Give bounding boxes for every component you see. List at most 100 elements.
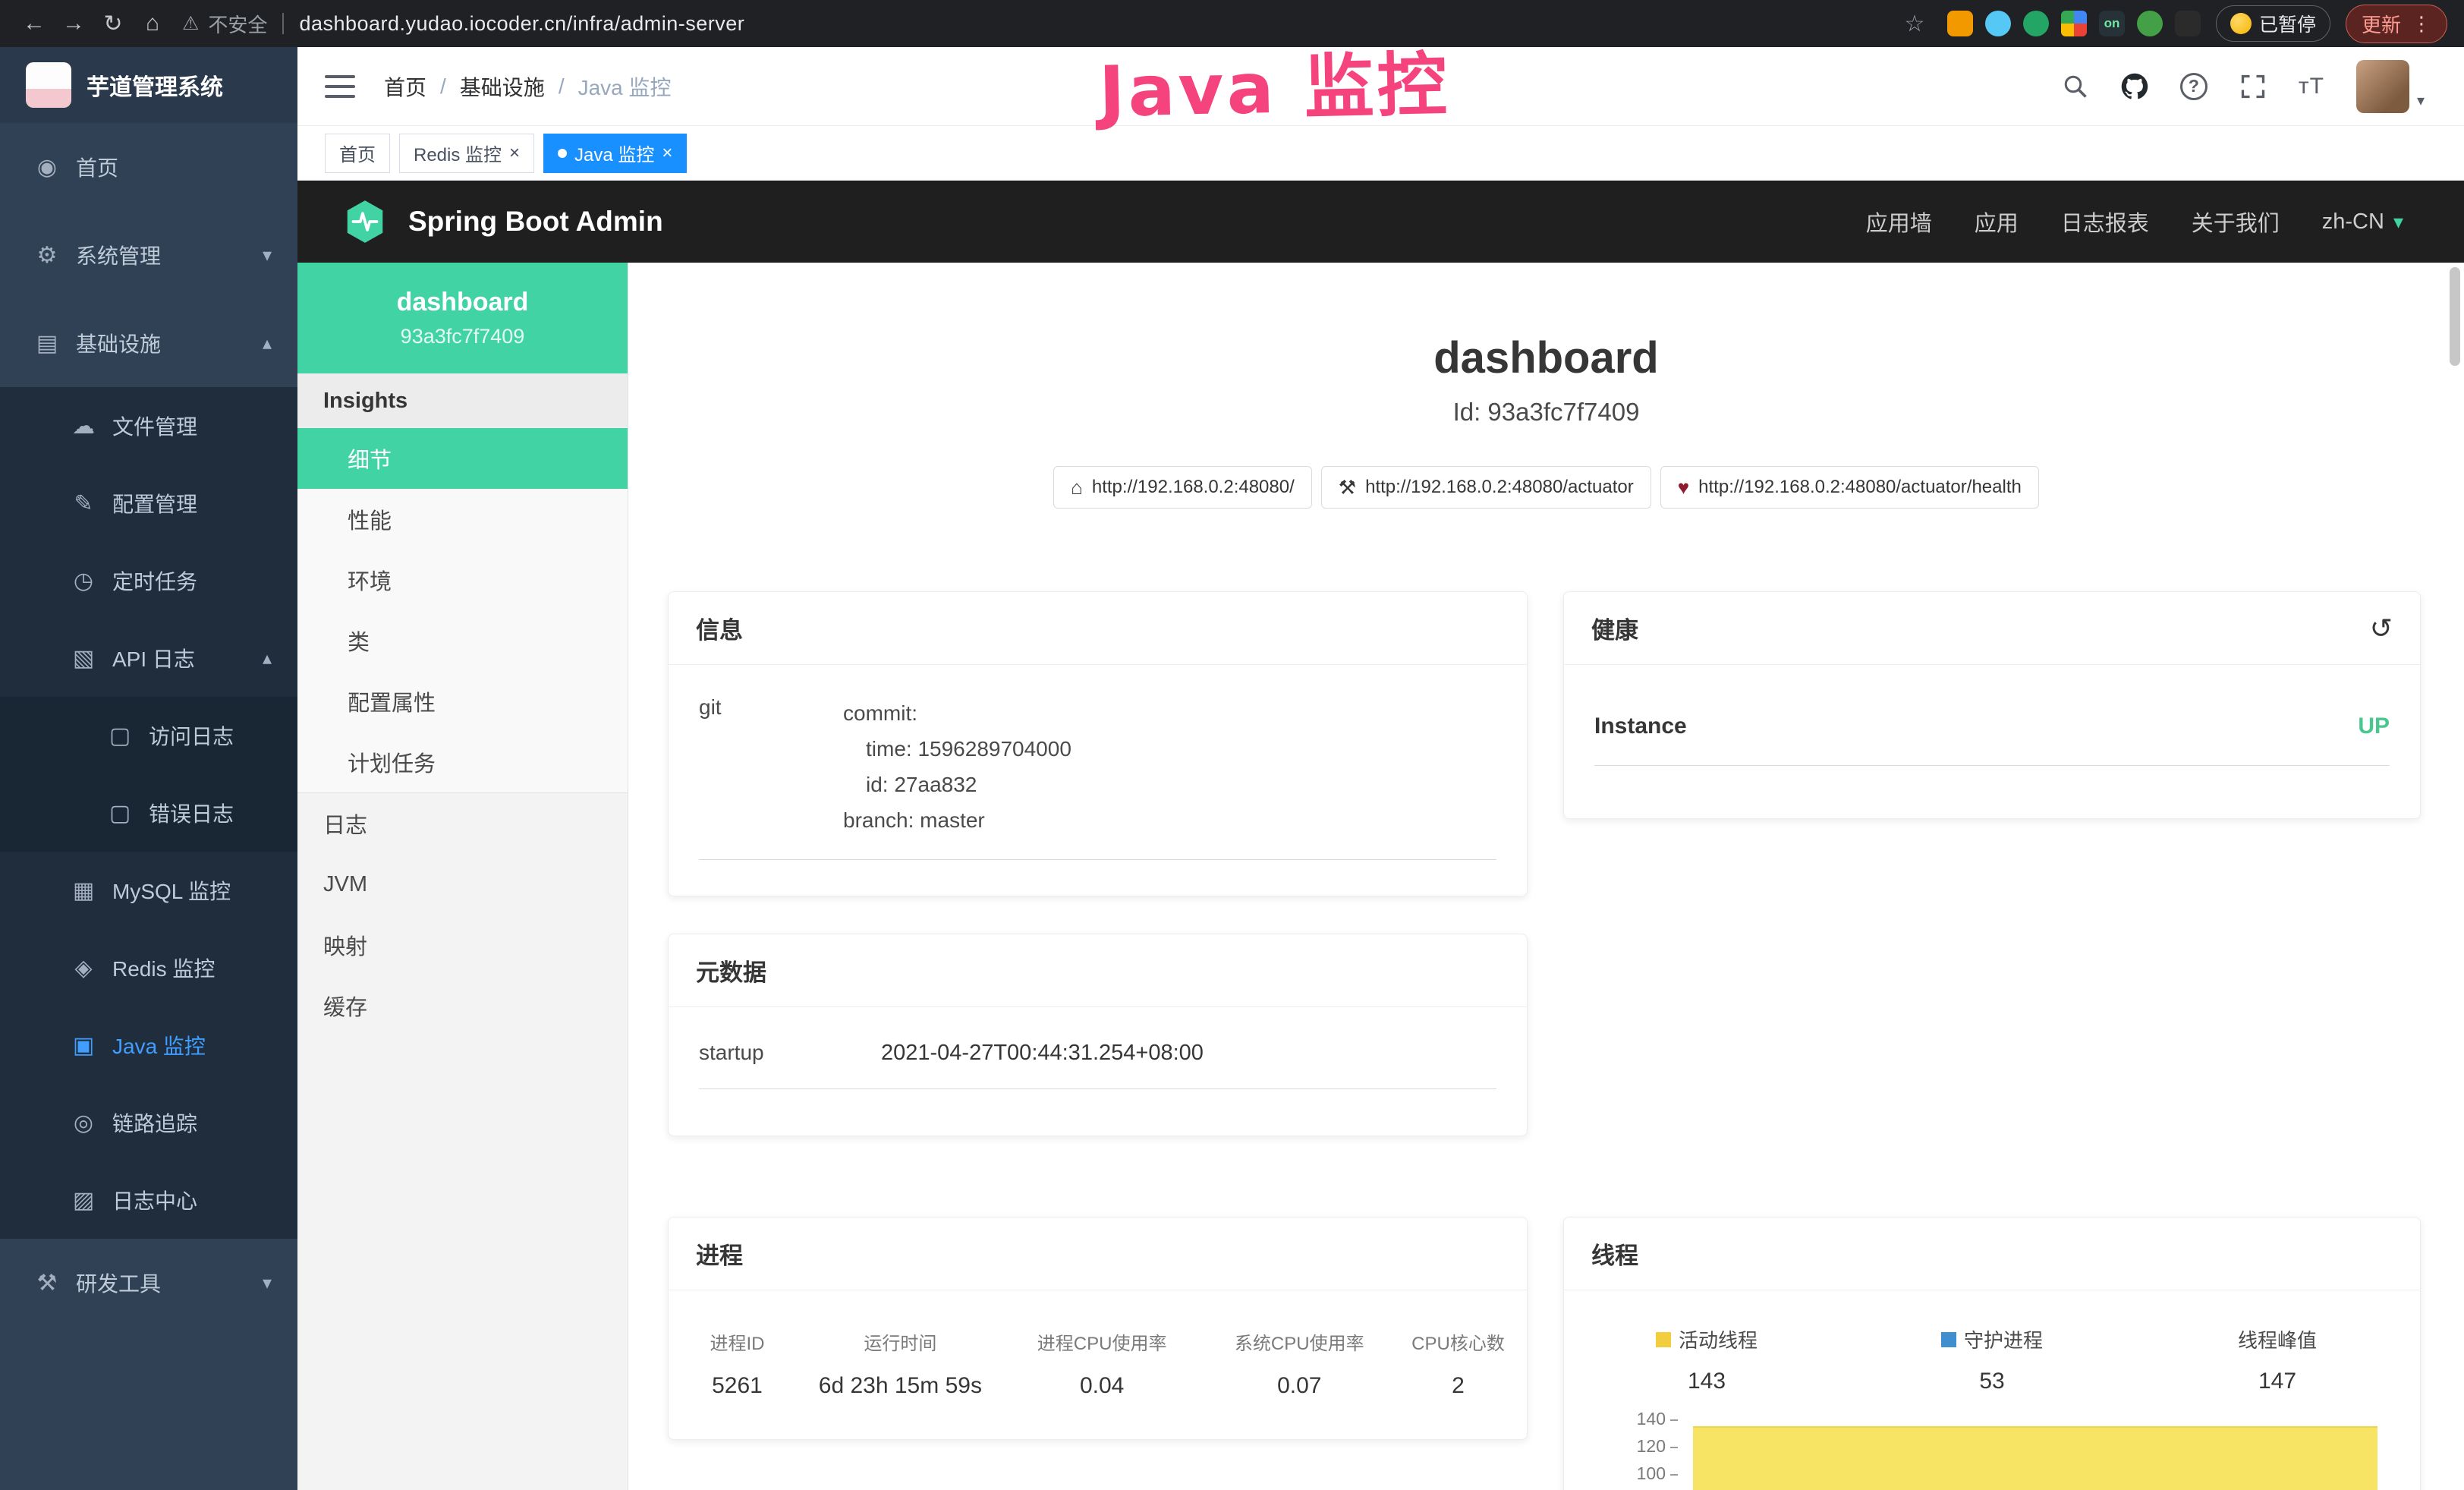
sba-item-loggers[interactable]: 日志 <box>297 793 628 854</box>
tab-java-monitor[interactable]: Java 监控 × <box>543 134 687 173</box>
tab-redis-monitor[interactable]: Redis 监控 × <box>399 134 534 173</box>
app-title: 芋道管理系统 <box>87 68 223 102</box>
tab-label: Redis 监控 <box>414 140 502 166</box>
sidebar-item-api-logs[interactable]: ▧ API 日志 ▴ <box>0 619 297 697</box>
address-bar[interactable]: ⚠ 不安全 dashboard.yudao.iocoder.cn/infra/a… <box>182 10 744 38</box>
sidebar-item-file-management[interactable]: ☁ 文件管理 <box>0 387 297 465</box>
update-button[interactable]: 更新 ⋮ <box>2346 5 2447 43</box>
sba-item-config-properties[interactable]: 配置属性 <box>297 671 628 732</box>
update-label: 更新 <box>2362 10 2401 38</box>
breadcrumb-home[interactable]: 首页 <box>384 71 426 102</box>
threads-chart: 140 120 100 <box>1564 1408 2420 1490</box>
scrollbar-thumb[interactable] <box>2450 267 2460 366</box>
close-icon[interactable]: × <box>509 143 520 164</box>
sidebar-item-label: 日志中心 <box>112 1185 197 1215</box>
sba-item-environment[interactable]: 环境 <box>297 550 628 610</box>
extension-icon-3[interactable] <box>2023 11 2049 36</box>
sba-item-mappings[interactable]: 映射 <box>297 915 628 975</box>
sba-nav-journal[interactable]: 日志报表 <box>2061 206 2149 238</box>
sba-item-scheduled-tasks[interactable]: 计划任务 <box>297 732 628 792</box>
close-icon[interactable]: × <box>662 143 672 164</box>
sba-item-metrics[interactable]: 性能 <box>297 489 628 550</box>
paused-badge[interactable]: 已暂停 <box>2216 5 2330 42</box>
sidebar-item-redis-monitor[interactable]: ◈ Redis 监控 <box>0 929 297 1006</box>
sidebar-item-log-center[interactable]: ▨ 日志中心 <box>0 1161 297 1239</box>
tab-home[interactable]: 首页 <box>325 134 390 173</box>
card-metadata-title: 元数据 <box>669 934 1527 1007</box>
extension-icon-7[interactable] <box>2175 11 2201 36</box>
info-line: commit: <box>843 695 1072 731</box>
extension-icon-4[interactable] <box>2061 11 2087 36</box>
extension-icon-on-toggle[interactable]: on <box>2099 11 2125 36</box>
hamburger-icon[interactable] <box>325 75 355 98</box>
sba-sidebar: dashboard 93a3fc7f7409 Insights 细节 性能 环境… <box>297 263 628 1490</box>
infrastructure-icon: ▤ <box>30 330 64 357</box>
sba-item-jvm[interactable]: JVM <box>297 854 628 915</box>
sidebar-item-dashboard[interactable]: ◉ 首页 <box>0 123 297 211</box>
sidebar-item-dev-tools[interactable]: ⚒ 研发工具 ▾ <box>0 1239 297 1327</box>
back-icon[interactable]: ← <box>17 11 52 36</box>
fullscreen-icon[interactable] <box>2239 73 2267 100</box>
language-label: zh-CN <box>2322 209 2384 235</box>
sidebar-item-label: 定时任务 <box>112 565 197 596</box>
user-avatar[interactable] <box>2356 60 2409 113</box>
breadcrumb-infrastructure[interactable]: 基础设施 <box>460 71 545 102</box>
process-value: 0.07 <box>1210 1373 1390 1399</box>
browser-home-icon[interactable]: ⌂ <box>135 11 170 36</box>
sidebar-item-trace[interactable]: ◎ 链路追踪 <box>0 1084 297 1161</box>
app-frame: 芋道管理系统 ◉ 首页 ⚙ 系统管理 ▾ ▤ 基础设施 ▴ ☁ 文件管理 ✎ <box>0 47 2464 1490</box>
font-size-icon[interactable]: тT <box>2299 74 2324 99</box>
sidebar-item-error-logs[interactable]: ▢ 错误日志 <box>0 774 297 852</box>
help-icon[interactable]: ? <box>2180 73 2208 100</box>
history-icon[interactable]: ↺ <box>2370 613 2393 644</box>
threads-legend: 活动线程 守护进程 线程峰值 <box>1564 1325 2420 1353</box>
instance-home-link[interactable]: ⌂ http://192.168.0.2:48080/ <box>1053 466 1312 509</box>
sba-item-caches[interactable]: 缓存 <box>297 975 628 1036</box>
sba-item-details[interactable]: 细节 <box>297 428 628 489</box>
extension-icon-6[interactable] <box>2137 11 2163 36</box>
sidebar-item-config-management[interactable]: ✎ 配置管理 <box>0 465 297 542</box>
sidebar-item-scheduled-jobs[interactable]: ◷ 定时任务 <box>0 542 297 619</box>
paused-label: 已暂停 <box>2259 10 2316 37</box>
card-title: 进程 <box>696 1236 743 1271</box>
question-glyph: ? <box>2180 73 2208 100</box>
log-center-icon: ▨ <box>67 1187 100 1214</box>
reload-icon[interactable]: ↻ <box>96 11 131 37</box>
warning-icon: ⚠ <box>182 12 199 35</box>
sidebar-item-access-logs[interactable]: ▢ 访问日志 <box>0 697 297 774</box>
sidebar-item-java-monitor[interactable]: ▣ Java 监控 <box>0 1006 297 1084</box>
sidebar-item-infrastructure[interactable]: ▤ 基础设施 ▴ <box>0 299 297 387</box>
bookmark-star-icon[interactable]: ☆ <box>1897 11 1932 37</box>
sidebar-item-system-management[interactable]: ⚙ 系统管理 ▾ <box>0 211 297 299</box>
github-icon[interactable] <box>2121 73 2148 100</box>
link-label: http://192.168.0.2:48080/actuator/health <box>1698 477 2022 498</box>
app-logo-row[interactable]: 芋道管理系统 <box>0 47 297 123</box>
heart-icon: ♥ <box>1678 476 1689 499</box>
url-text[interactable]: dashboard.yudao.iocoder.cn/infra/admin-s… <box>299 12 744 36</box>
browser-menu-icon[interactable]: ⋮ <box>2412 12 2431 36</box>
actuator-link[interactable]: ⚒ http://192.168.0.2:48080/actuator <box>1321 466 1651 509</box>
language-select[interactable]: zh-CN ▾ <box>2322 209 2403 235</box>
sba-nav-app-wall[interactable]: 应用墙 <box>1866 206 1932 238</box>
extension-icon-1[interactable] <box>1947 11 1973 36</box>
sba-nav-about[interactable]: 关于我们 <box>2192 206 2280 238</box>
sba-body: dashboard 93a3fc7f7409 Insights 细节 性能 环境… <box>297 263 2464 1490</box>
process-column-label: 系统CPU使用率 <box>1210 1328 1390 1355</box>
card-title: 元数据 <box>696 953 766 988</box>
mysql-icon: ▦ <box>67 877 100 904</box>
main-content: dashboard Id: 93a3fc7f7409 ⌂ http://192.… <box>628 263 2464 1490</box>
health-link[interactable]: ♥ http://192.168.0.2:48080/actuator/heal… <box>1660 466 2039 509</box>
card-health: 健康 ↺ Instance UP <box>1563 591 2421 819</box>
sidebar-item-mysql-monitor[interactable]: ▦ MySQL 监控 <box>0 852 297 929</box>
security-label[interactable]: 不安全 <box>208 10 267 38</box>
user-menu[interactable]: ▾ <box>2356 60 2425 113</box>
instance-header[interactable]: dashboard 93a3fc7f7409 <box>297 263 628 373</box>
sba-nav-applications[interactable]: 应用 <box>1975 206 2019 238</box>
breadcrumb-separator: / <box>559 74 565 99</box>
link-label: http://192.168.0.2:48080/ <box>1092 477 1295 498</box>
search-icon[interactable] <box>2062 73 2089 100</box>
extension-icon-2[interactable] <box>1985 11 2011 36</box>
peak-threads-value: 147 <box>2135 1369 2420 1394</box>
sba-item-beans[interactable]: 类 <box>297 610 628 671</box>
forward-icon[interactable]: → <box>56 11 91 36</box>
